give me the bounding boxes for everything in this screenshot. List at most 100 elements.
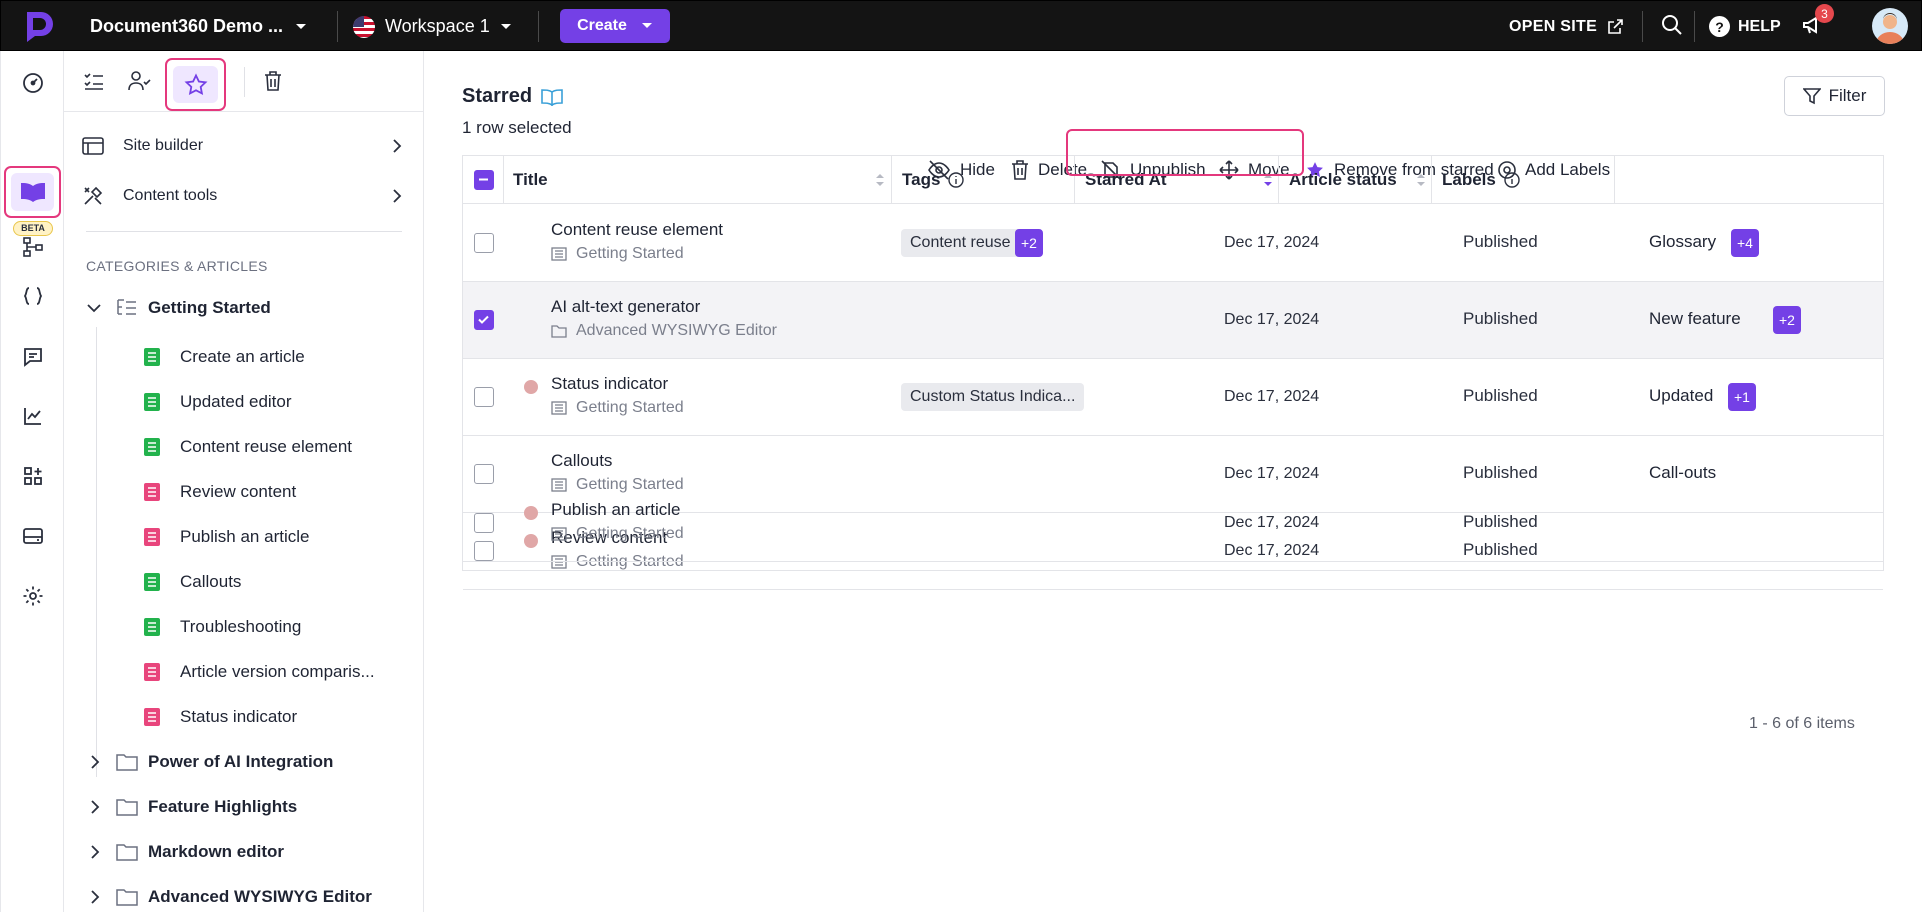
published-article-icon [144, 438, 160, 456]
help-button[interactable]: ? HELP [1709, 1, 1781, 52]
row-location: Getting Started [551, 245, 684, 263]
label-more-badge[interactable]: +1 [1728, 383, 1756, 411]
document360-logo-icon[interactable] [21, 8, 57, 44]
column-labels[interactable]: Labels [1442, 156, 1520, 204]
checklist-icon[interactable] [78, 65, 110, 97]
drive-icon[interactable] [15, 518, 51, 554]
divider [86, 231, 402, 232]
column-divider [503, 156, 504, 204]
table-row[interactable]: Content reuse element Getting Started Co… [463, 205, 1883, 282]
filter-button[interactable]: Filter [1784, 76, 1885, 116]
article-item[interactable]: Callouts [143, 568, 241, 596]
label-more-badge[interactable]: +2 [1773, 306, 1801, 334]
row-title[interactable]: Publish an article [551, 500, 680, 520]
article-item[interactable]: Review content [143, 478, 296, 506]
article-item[interactable]: Create an article [143, 343, 305, 371]
article-label: Publish an article [180, 527, 310, 546]
help-label: HELP [1738, 17, 1781, 35]
published-article-icon [144, 393, 160, 411]
integrations-icon[interactable] [15, 458, 51, 494]
article-item[interactable]: Publish an article [143, 523, 309, 551]
book-open-icon[interactable] [541, 88, 563, 106]
row-title[interactable]: AI alt-text generator [551, 297, 700, 317]
status-indicator-dot [524, 380, 538, 394]
sort-icon[interactable] [875, 173, 885, 187]
column-tags[interactable]: Tags [902, 156, 965, 204]
row-title[interactable]: Callouts [551, 451, 612, 471]
row-location: Getting Started [551, 525, 684, 543]
category-icon [551, 401, 567, 415]
category-item[interactable]: Power of AI Integration [86, 748, 333, 776]
row-checkbox[interactable] [474, 387, 494, 407]
category-icon [551, 247, 567, 261]
chevron-right-icon [393, 189, 402, 203]
chevron-down-icon [500, 23, 511, 29]
feedback-icon[interactable] [15, 339, 51, 375]
article-item[interactable]: Troubleshooting [143, 613, 301, 641]
row-title[interactable]: Content reuse element [551, 220, 723, 240]
article-item[interactable]: Content reuse element [143, 433, 352, 461]
browser-window-icon [82, 136, 104, 156]
table-row[interactable]: Status indicator Getting Started Custom … [463, 359, 1883, 436]
table-row[interactable]: AI alt-text generator Advanced WYSIWYG E… [463, 282, 1883, 359]
divider [1694, 11, 1695, 42]
workspace-selector[interactable]: Workspace 1 [353, 1, 512, 52]
row-checkbox[interactable] [474, 464, 494, 484]
starred-tab[interactable] [165, 58, 226, 111]
user-check-icon[interactable] [124, 65, 156, 97]
column-tags-label: Tags [902, 170, 941, 189]
open-site-link[interactable]: OPEN SITE [1509, 1, 1624, 52]
settings-icon[interactable] [15, 578, 51, 614]
api-docs-icon[interactable] [15, 232, 51, 262]
category-label: Power of AI Integration [148, 752, 334, 771]
highlight-box [1066, 129, 1304, 176]
article-item[interactable]: Article version comparis... [143, 658, 375, 686]
chevron-right-icon [91, 755, 100, 769]
article-item[interactable]: Status indicator [143, 703, 297, 731]
code-braces-icon[interactable] [15, 278, 51, 314]
category-item[interactable]: Feature Highlights [86, 793, 297, 821]
column-title[interactable]: Title [513, 156, 548, 204]
sort-icon[interactable] [1416, 173, 1426, 187]
avatar[interactable] [1872, 8, 1908, 44]
chevron-down-icon [296, 23, 307, 29]
dashboard-icon[interactable] [15, 65, 51, 101]
table-row[interactable]: Publish an article Getting Started Dec 1… [463, 485, 1883, 562]
open-site-label: OPEN SITE [1509, 17, 1598, 35]
divider [244, 67, 245, 97]
article-item[interactable]: Updated editor [143, 388, 292, 416]
article-label: Troubleshooting [180, 617, 302, 636]
column-divider [891, 156, 892, 204]
site-builder-nav[interactable]: Site builder [82, 129, 402, 163]
published-article-icon [144, 618, 160, 636]
documentation-nav-item[interactable] [4, 166, 61, 218]
search-icon[interactable] [1661, 14, 1683, 36]
content-tools-nav[interactable]: Content tools [82, 179, 402, 213]
draft-article-icon [144, 663, 160, 681]
category-item[interactable]: Markdown editor [86, 838, 284, 866]
column-article-status-label: Article status [1289, 170, 1397, 189]
star-icon [173, 66, 218, 103]
published-article-icon [144, 348, 160, 366]
label-more-badge[interactable]: +4 [1731, 229, 1759, 257]
chevron-down-icon [641, 23, 652, 28]
select-all-checkbox[interactable] [474, 170, 494, 190]
row-checkbox[interactable] [474, 310, 494, 330]
bulk-actions-bar: 1 row selected [462, 111, 1662, 145]
analytics-icon[interactable] [15, 398, 51, 434]
row-checkbox[interactable] [474, 233, 494, 253]
category-item[interactable]: Advanced WYSIWYG Editor [86, 883, 372, 911]
published-article-icon [144, 573, 160, 591]
starred-date: Dec 17, 2024 [1224, 465, 1320, 482]
project-selector[interactable]: Document360 Demo ... [90, 1, 307, 52]
article-label: Create an article [180, 347, 305, 366]
row-checkbox[interactable] [474, 513, 494, 533]
category-getting-started[interactable]: Getting Started [86, 296, 271, 320]
row-location-label: Getting Started [576, 399, 684, 416]
column-article-status[interactable]: Article status [1289, 156, 1397, 204]
trash-icon[interactable] [257, 65, 289, 97]
tag-more-badge[interactable]: +2 [1015, 229, 1043, 257]
category-icon [551, 527, 567, 541]
row-title[interactable]: Status indicator [551, 374, 668, 394]
create-button[interactable]: Create [560, 9, 670, 43]
